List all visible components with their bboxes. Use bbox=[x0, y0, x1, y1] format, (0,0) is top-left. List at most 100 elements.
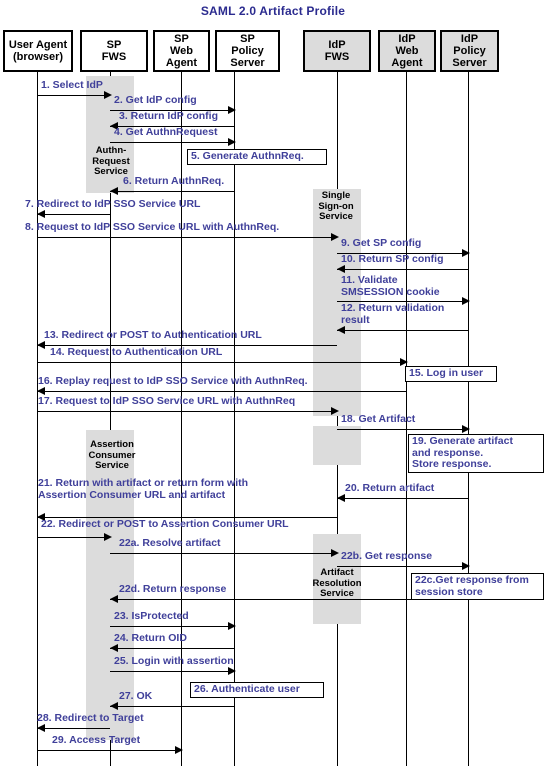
message-label-22b: 22b. Get response bbox=[341, 550, 433, 562]
message-label-1: 1. Select IdP bbox=[41, 79, 103, 91]
note-26: 26. Authenticate user bbox=[190, 682, 324, 698]
participant-label-sp-web-agent: SP Web Agent bbox=[165, 33, 198, 69]
message-line-22a bbox=[110, 553, 334, 554]
message-line-6 bbox=[110, 191, 234, 192]
arrowhead-right-icon bbox=[104, 533, 112, 541]
arrowhead-left-icon bbox=[110, 702, 118, 710]
message-label-23: 23. IsProtected bbox=[114, 610, 189, 622]
arrowhead-right-icon bbox=[462, 562, 470, 570]
message-line-29 bbox=[37, 750, 178, 751]
message-label-2: 2. Get IdP config bbox=[114, 94, 197, 106]
message-line-25 bbox=[110, 671, 231, 672]
arrowhead-left-icon bbox=[110, 595, 118, 603]
participant-box-user-agent: User Agent (browser) bbox=[3, 30, 73, 72]
lifeline-user-agent bbox=[37, 72, 38, 766]
message-label-7: 7. Redirect to IdP SSO Service URL bbox=[25, 198, 201, 210]
message-line-4 bbox=[110, 142, 231, 143]
message-label-22: 22. Redirect or POST to Assertion Consum… bbox=[41, 518, 289, 530]
arrowhead-right-icon bbox=[228, 667, 236, 675]
message-line-22d bbox=[110, 599, 468, 600]
arrowhead-left-icon bbox=[37, 210, 45, 218]
arrowhead-left-icon bbox=[37, 387, 45, 395]
message-line-27 bbox=[110, 706, 234, 707]
arrowhead-left-icon bbox=[110, 187, 118, 195]
message-line-10 bbox=[337, 269, 468, 270]
message-label-24: 24. Return OID bbox=[114, 632, 187, 644]
message-line-16 bbox=[37, 391, 406, 392]
participant-label-idp-fws: IdP FWS bbox=[324, 39, 350, 63]
lifeline-sp-policy-server bbox=[234, 72, 235, 766]
arrowhead-right-icon bbox=[331, 407, 339, 415]
message-line-12 bbox=[337, 330, 468, 331]
arrowhead-right-icon bbox=[462, 425, 470, 433]
message-line-18 bbox=[337, 429, 465, 430]
message-label-6: 6. Return AuthnReq. bbox=[123, 175, 225, 187]
arrowhead-right-icon bbox=[462, 249, 470, 257]
activation-label-single-sign-on-service: Single Sign-on Service bbox=[318, 190, 354, 222]
arrowhead-right-icon bbox=[228, 138, 236, 146]
message-line-22 bbox=[37, 537, 107, 538]
message-label-17: 17. Request to IdP SSO Service URL with … bbox=[38, 395, 296, 407]
arrowhead-left-icon bbox=[337, 494, 345, 502]
arrowhead-right-icon bbox=[462, 297, 470, 305]
message-line-8 bbox=[37, 237, 334, 238]
participant-label-idp-policy-server: IdP Policy Server bbox=[452, 33, 487, 69]
message-line-28 bbox=[37, 728, 110, 729]
arrowhead-right-icon bbox=[104, 91, 112, 99]
arrowhead-right-icon bbox=[175, 746, 183, 754]
note-15: 15. Log in user bbox=[405, 366, 497, 382]
message-label-22d: 22d. Return response bbox=[119, 583, 227, 595]
message-label-25: 25. Login with assertion bbox=[114, 655, 234, 667]
participant-box-sp-fws: SP FWS bbox=[80, 30, 148, 72]
message-label-22a: 22a. Resolve artifact bbox=[119, 537, 221, 549]
activation-label-artifact-resolution-service: Artifact Resolution Service bbox=[312, 567, 362, 599]
participant-box-sp-policy-server: SP Policy Server bbox=[215, 30, 280, 72]
arrowhead-left-icon bbox=[337, 265, 345, 273]
message-label-11: 11. Validate SMSESSION cookie bbox=[341, 274, 440, 298]
message-line-23 bbox=[110, 626, 231, 627]
arrowhead-left-icon bbox=[37, 341, 45, 349]
message-label-9: 9. Get SP config bbox=[341, 237, 422, 249]
message-label-10: 10. Return SP config bbox=[341, 253, 444, 265]
participant-label-sp-policy-server: SP Policy Server bbox=[230, 33, 265, 69]
message-line-22b bbox=[337, 566, 465, 567]
message-label-28: 28. Redirect to Target bbox=[37, 712, 144, 724]
arrowhead-right-icon bbox=[228, 622, 236, 630]
message-label-13: 13. Redirect or POST to Authentication U… bbox=[44, 329, 262, 341]
participant-label-user-agent: User Agent (browser) bbox=[8, 39, 68, 63]
sequence-diagram: SAML 2.0 Artifact Profile User Agent (br… bbox=[0, 0, 546, 766]
message-label-29: 29. Access Target bbox=[52, 734, 141, 746]
activation-label-assertion-consumer-service: Assertion Consumer Service bbox=[88, 439, 136, 471]
message-label-18: 18. Get Artifact bbox=[341, 413, 416, 425]
message-line-20 bbox=[337, 498, 468, 499]
page-title: SAML 2.0 Artifact Profile bbox=[200, 4, 346, 18]
arrowhead-left-icon bbox=[37, 724, 45, 732]
activation-label-authn-request-service: Authn- Request Service bbox=[92, 145, 130, 177]
message-line-1 bbox=[37, 95, 107, 96]
note-5: 5. Generate AuthnReq. bbox=[187, 149, 327, 165]
message-label-21: 21. Return with artifact or return form … bbox=[38, 477, 249, 501]
note-22c: 22c.Get response from session store bbox=[411, 573, 544, 600]
lifeline-idp-policy-server bbox=[468, 72, 469, 766]
message-label-3: 3. Return IdP config bbox=[119, 110, 218, 122]
note-19: 19. Generate artifact and response. Stor… bbox=[408, 434, 544, 473]
activation-bar-idp-fws-artifact-return bbox=[313, 426, 361, 465]
message-label-16: 16. Replay request to IdP SSO Service wi… bbox=[38, 375, 308, 387]
participant-box-sp-web-agent: SP Web Agent bbox=[153, 30, 210, 72]
message-line-7 bbox=[37, 214, 110, 215]
arrowhead-right-icon bbox=[331, 233, 339, 241]
participant-label-sp-fws: SP FWS bbox=[101, 39, 127, 63]
message-label-8: 8. Request to IdP SSO Service URL with A… bbox=[25, 221, 280, 233]
arrowhead-left-icon bbox=[337, 326, 345, 334]
message-line-17 bbox=[37, 411, 334, 412]
arrowhead-left-icon bbox=[110, 644, 118, 652]
arrowhead-right-icon bbox=[228, 106, 236, 114]
participant-box-idp-web-agent: IdP Web Agent bbox=[378, 30, 436, 72]
message-label-14: 14. Request to Authentication URL bbox=[50, 346, 223, 358]
arrowhead-right-icon bbox=[331, 549, 339, 557]
message-label-27: 27. OK bbox=[119, 690, 153, 702]
message-line-14 bbox=[37, 362, 403, 363]
message-label-4: 4. Get AuthnRequest bbox=[114, 126, 218, 138]
participant-label-idp-web-agent: IdP Web Agent bbox=[391, 33, 423, 69]
participant-box-idp-policy-server: IdP Policy Server bbox=[440, 30, 499, 72]
